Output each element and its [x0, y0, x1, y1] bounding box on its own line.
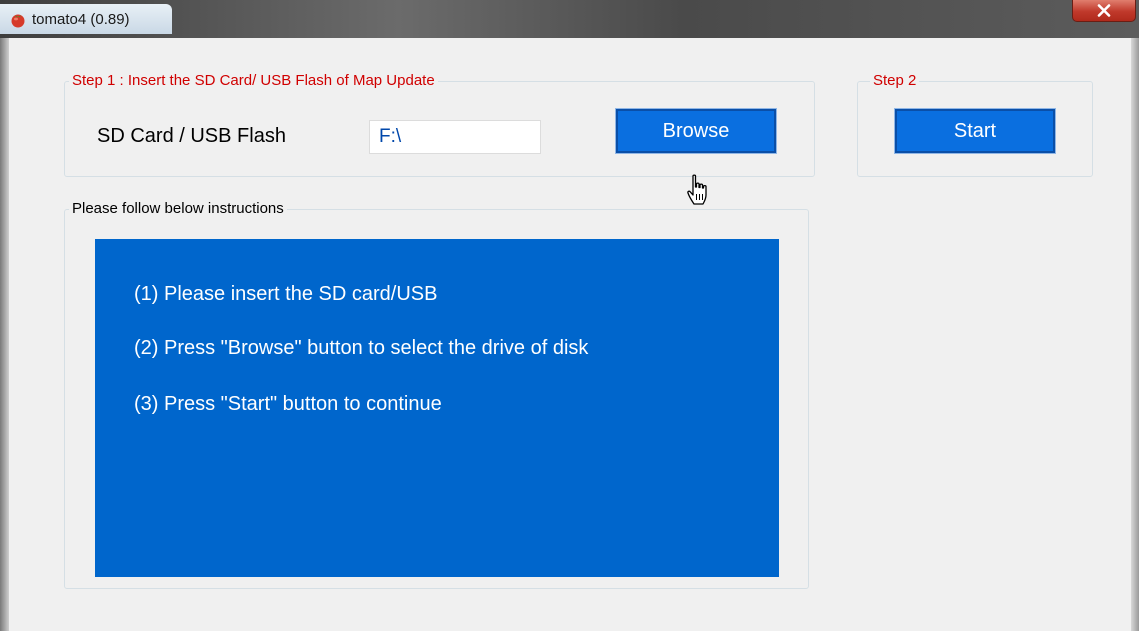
step2-legend: Step 2: [870, 72, 920, 89]
instruction-line-1: (1) Please insert the SD card/USB: [134, 283, 438, 305]
client-area: Step 1 : Insert the SD Card/ USB Flash o…: [9, 38, 1131, 631]
instruction-line-3: (3) Press "Start" button to continue: [134, 393, 442, 415]
instructions-panel: (1) Please insert the SD card/USB (2) Pr…: [95, 239, 779, 577]
start-button-label: Start: [953, 120, 997, 142]
browse-button-label: Browse: [662, 120, 730, 142]
close-button[interactable]: [1072, 0, 1136, 22]
window-border-right: [1131, 38, 1139, 631]
app-window: tomato4 (0.89) Step 1 : Insert the SD Ca…: [0, 0, 1139, 631]
close-icon: [1097, 4, 1111, 17]
window-border-left: [0, 38, 9, 631]
start-button[interactable]: Start: [894, 108, 1056, 154]
instruction-line-2: (2) Press "Browse" button to select the …: [134, 337, 589, 359]
step1-group: Step 1 : Insert the SD Card/ USB Flash o…: [64, 72, 815, 177]
instructions-legend: Please follow below instructions: [69, 200, 287, 217]
step1-legend: Step 1 : Insert the SD Card/ USB Flash o…: [69, 72, 438, 89]
step2-group: Step 2 Start: [857, 72, 1093, 177]
browse-button[interactable]: Browse: [615, 108, 777, 154]
instructions-group: Please follow below instructions (1) Ple…: [64, 200, 809, 589]
path-input[interactable]: [369, 120, 541, 154]
title-bar[interactable]: tomato4 (0.89): [0, 0, 1139, 38]
hand-cursor-icon: [687, 174, 707, 205]
window-title: tomato4 (0.89): [32, 11, 130, 28]
tomato-icon: [11, 14, 25, 28]
sd-card-label: SD Card / USB Flash: [97, 125, 286, 147]
